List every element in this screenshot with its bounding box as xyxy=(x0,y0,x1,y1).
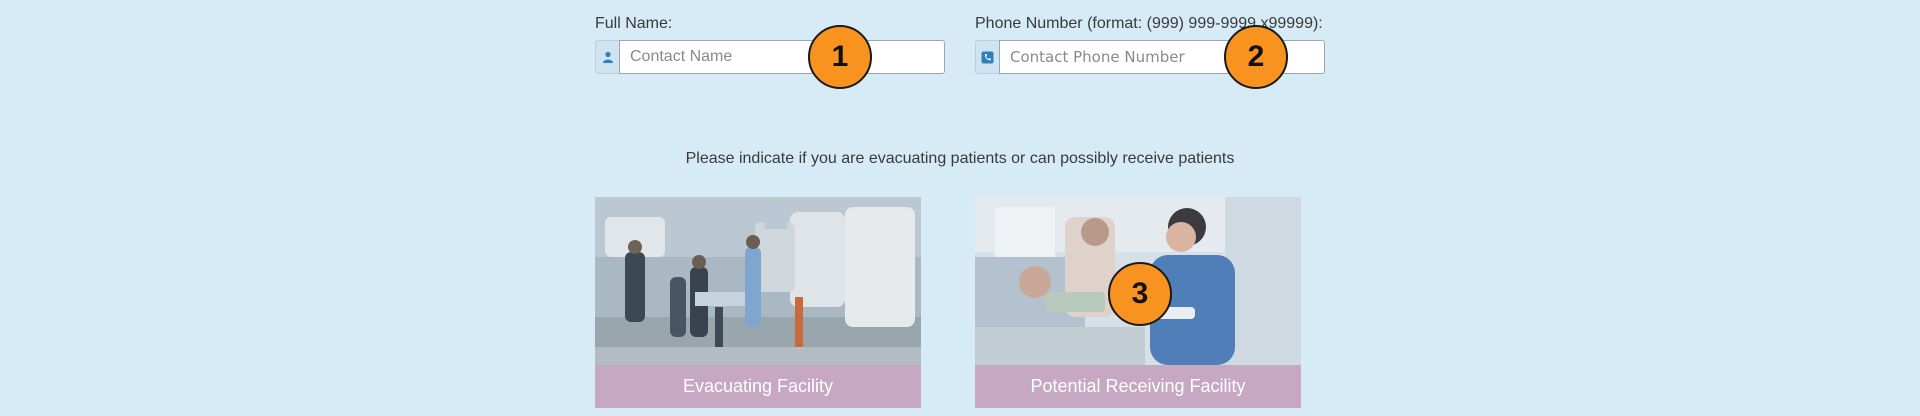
evacuating-facility-label: Evacuating Facility xyxy=(595,365,921,408)
potential-receiving-facility-label: Potential Receiving Facility xyxy=(975,365,1301,408)
step-marker-2: 2 xyxy=(1224,25,1288,89)
user-icon xyxy=(595,40,619,74)
evacuating-facility-option[interactable]: Evacuating Facility xyxy=(595,197,921,408)
step-marker-1: 1 xyxy=(808,25,872,89)
evacuating-facility-image xyxy=(595,197,921,365)
page: Full Name: Phone Number (format: (999) 9… xyxy=(0,0,1920,416)
full-name-label: Full Name: xyxy=(595,15,673,32)
full-name-group: Full Name: xyxy=(595,14,945,74)
facility-type-prompt: Please indicate if you are evacuating pa… xyxy=(685,150,1235,167)
step-marker-3: 3 xyxy=(1108,262,1172,326)
phone-icon xyxy=(975,40,999,74)
full-name-input[interactable] xyxy=(619,40,945,74)
full-name-row xyxy=(595,40,945,74)
